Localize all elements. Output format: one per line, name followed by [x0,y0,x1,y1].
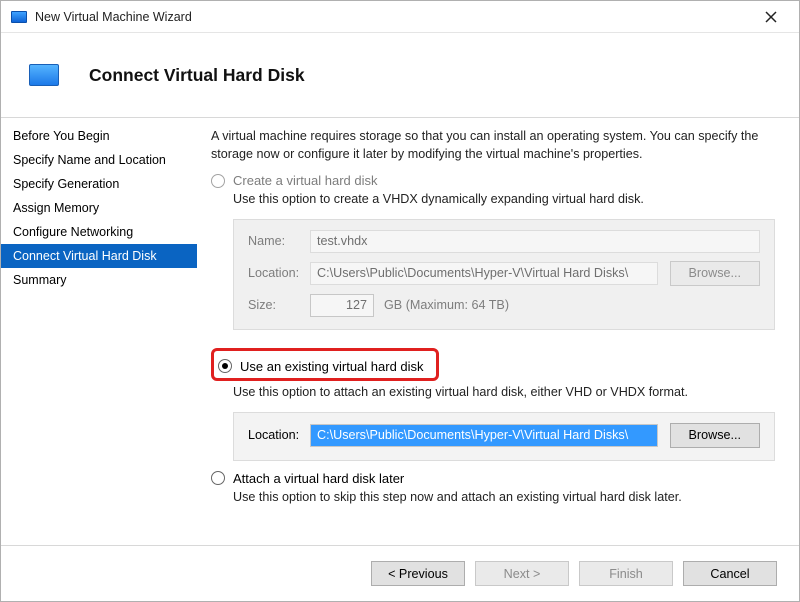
name-label: Name: [248,234,310,248]
wizard-footer: < Previous Next > Finish Cancel [1,545,799,601]
wizard-content: A virtual machine requires storage so th… [197,118,799,545]
existing-location-input[interactable] [310,424,658,447]
create-location-input[interactable] [310,262,658,285]
radio-later[interactable]: Attach a virtual hard disk later [211,471,775,486]
size-unit: GB (Maximum: 64 TB) [384,298,509,312]
step-configure-networking[interactable]: Configure Networking [1,220,197,244]
size-label: Size: [248,298,310,312]
radio-create[interactable]: Create a virtual hard disk [211,173,775,188]
option-create: Create a virtual hard disk Use this opti… [211,173,775,330]
name-input[interactable] [310,230,760,253]
highlight-box: Use an existing virtual hard disk [211,348,439,381]
radio-existing-label: Use an existing virtual hard disk [240,359,424,374]
create-browse-button[interactable]: Browse... [670,261,761,286]
page-title: Connect Virtual Hard Disk [89,65,305,86]
radio-create-label: Create a virtual hard disk [233,173,378,188]
step-connect-vhd[interactable]: Connect Virtual Hard Disk [1,244,197,268]
cancel-button[interactable]: Cancel [683,561,777,586]
step-summary[interactable]: Summary [1,268,197,292]
later-sub: Use this option to skip this step now an… [211,489,775,507]
close-icon [765,11,777,23]
app-icon [11,11,27,23]
radio-icon [218,359,232,373]
size-input[interactable] [310,294,374,317]
radio-icon [211,174,225,188]
intro-text: A virtual machine requires storage so th… [211,128,775,163]
radio-later-label: Attach a virtual hard disk later [233,471,404,486]
create-sub: Use this option to create a VHDX dynamic… [211,191,775,209]
existing-browse-button[interactable]: Browse... [670,423,761,448]
next-button[interactable]: Next > [475,561,569,586]
existing-panel: Location: Browse... [233,412,775,461]
wizard-steps: Before You Begin Specify Name and Locati… [1,118,197,545]
wizard-header: Connect Virtual Hard Disk [1,33,799,118]
step-specify-generation[interactable]: Specify Generation [1,172,197,196]
option-later: Attach a virtual hard disk later Use thi… [211,471,775,507]
create-panel: Name: Location: Browse... Size: GB (Maxi… [233,219,775,330]
radio-icon [211,471,225,485]
finish-button[interactable]: Finish [579,561,673,586]
step-assign-memory[interactable]: Assign Memory [1,196,197,220]
close-button[interactable] [751,4,791,30]
existing-location-label: Location: [248,428,310,442]
window-title: New Virtual Machine Wizard [35,10,751,24]
wizard-window: New Virtual Machine Wizard Connect Virtu… [0,0,800,602]
create-location-label: Location: [248,266,310,280]
titlebar: New Virtual Machine Wizard [1,1,799,33]
wizard-page-icon [29,64,59,86]
previous-button[interactable]: < Previous [371,561,465,586]
existing-sub: Use this option to attach an existing vi… [211,384,775,402]
step-before-you-begin[interactable]: Before You Begin [1,124,197,148]
step-specify-name[interactable]: Specify Name and Location [1,148,197,172]
radio-existing[interactable]: Use an existing virtual hard disk [218,359,424,374]
option-existing: Use an existing virtual hard disk Use th… [211,340,775,461]
wizard-body: Before You Begin Specify Name and Locati… [1,118,799,545]
